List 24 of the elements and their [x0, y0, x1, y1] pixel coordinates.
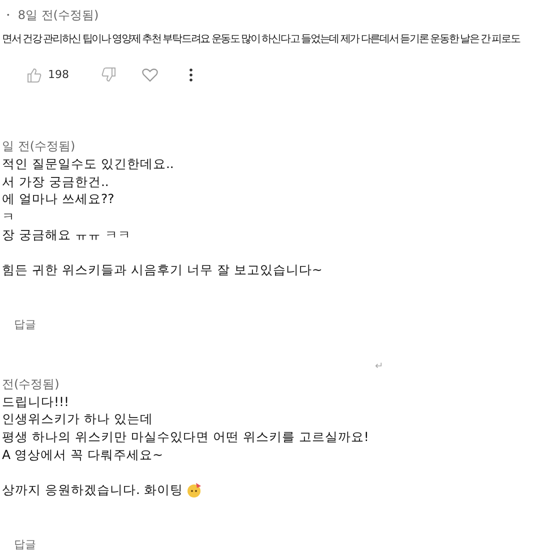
comment-text: 평생 하나의 위스키만 마실수있다면 어떤 위스키를 고르실까요!: [2, 428, 370, 446]
comment-text: A 영상에서 꼭 다뤄주세요~: [2, 446, 164, 464]
comment-text: 장 궁금해요 ㅠㅠ ㅋㅋ: [2, 226, 132, 244]
comment-text: 면서 건강 관리하신 팁이나 영양제 추천 부탁드려요 운동도 많이 하신다고 들었는데 제가 다른데서 듣기론 운동한 날은 간 피로도: [2, 32, 522, 47]
reply-button[interactable]: 답글: [14, 536, 36, 552]
comment-text: 에 얼마나 쓰세요??: [2, 190, 116, 208]
comment-date: 일 전(수정됨): [2, 138, 76, 155]
comment-text: ㅋ: [2, 208, 16, 226]
comment-text: 적인 질문일수도 있긴한데요..: [2, 154, 175, 173]
reply-button[interactable]: 답글: [14, 316, 36, 332]
comment-text: 서 가장 궁금한건..: [2, 172, 110, 190]
thumbs-down-icon[interactable]: [101, 66, 117, 83]
comment-text: 인생위스키가 하나 있는데: [2, 410, 154, 428]
thumbs-up-icon[interactable]: [26, 66, 42, 83]
comment-text: 드립니다!!!: [2, 392, 70, 410]
more-icon[interactable]: [188, 66, 194, 83]
comment-text: 힘든 귀한 위스키들과 시음후기 너무 잘 보고있습니다~: [2, 260, 324, 279]
party-face-icon: [186, 482, 202, 498]
heart-icon[interactable]: [141, 66, 159, 83]
like-count: 198: [48, 68, 69, 82]
comment-date: ・ 8일 전(수정됨): [2, 7, 100, 24]
comment-date: 전(수정됨): [2, 376, 60, 393]
return-mark: ↵: [375, 360, 384, 372]
comment-text: 상까지 응원하겠습니다. 화이팅: [2, 480, 183, 499]
